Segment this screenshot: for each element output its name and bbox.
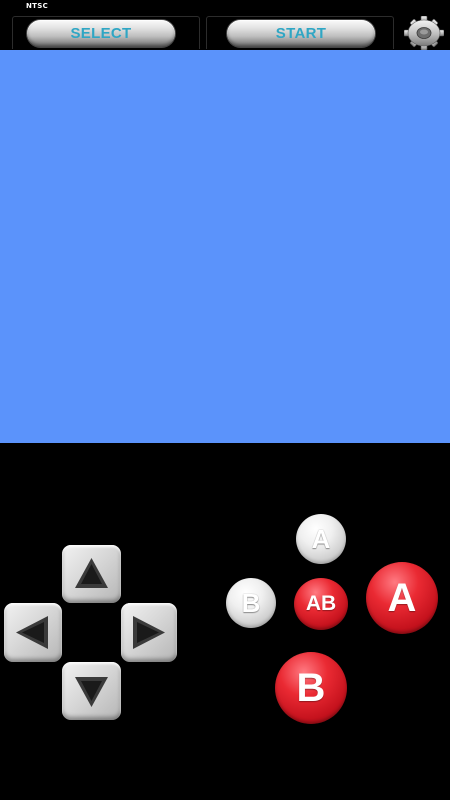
b-button[interactable]: B bbox=[275, 652, 347, 724]
gear-icon[interactable] bbox=[404, 16, 444, 50]
triangle-up-icon bbox=[75, 558, 108, 588]
dpad-left-button[interactable] bbox=[4, 603, 62, 662]
a-button[interactable]: A bbox=[366, 562, 438, 634]
triangle-right-icon bbox=[133, 616, 165, 649]
turbo-b-button[interactable]: B bbox=[226, 578, 276, 628]
game-screen[interactable] bbox=[0, 50, 450, 443]
triangle-left-icon bbox=[16, 616, 48, 649]
start-button[interactable]: START bbox=[227, 20, 375, 47]
ab-button[interactable]: AB bbox=[294, 578, 348, 630]
triangle-down-icon bbox=[75, 677, 108, 707]
dpad-up-button[interactable] bbox=[62, 545, 121, 603]
top-bar: NTSC SELECT START bbox=[0, 0, 450, 50]
dpad-down-button[interactable] bbox=[62, 662, 121, 720]
turbo-a-button[interactable]: A bbox=[296, 514, 346, 564]
region-label: NTSC bbox=[26, 2, 49, 10]
dpad-right-button[interactable] bbox=[121, 603, 177, 662]
select-button[interactable]: SELECT bbox=[27, 20, 175, 47]
